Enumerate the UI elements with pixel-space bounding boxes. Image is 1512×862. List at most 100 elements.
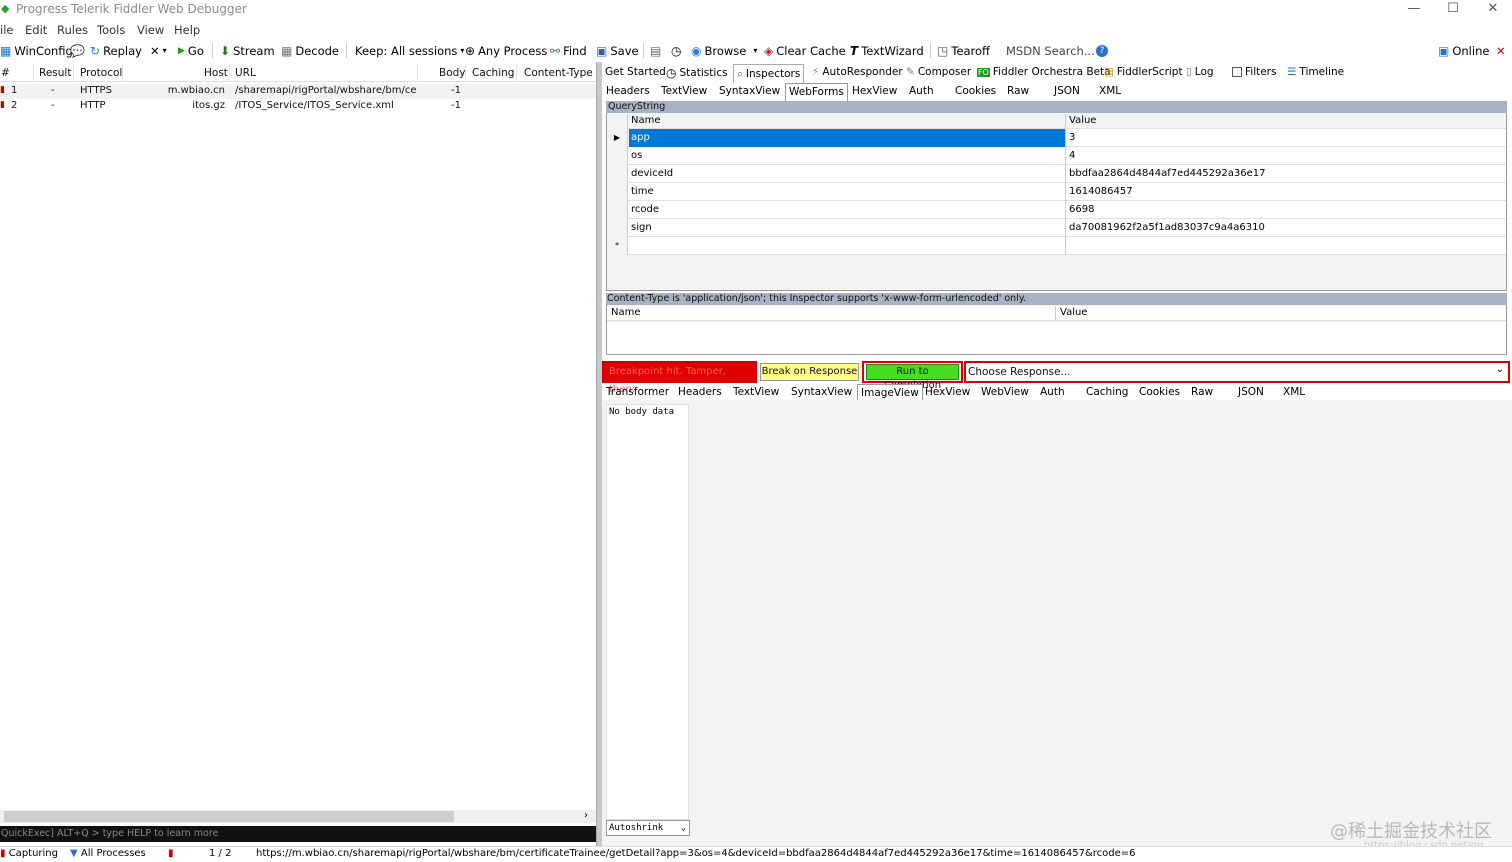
col-host[interactable]: Host (204, 67, 228, 79)
comment-button[interactable]: 💬 (70, 42, 85, 59)
online-status-button[interactable]: ▣ Online (1438, 42, 1489, 59)
col-body[interactable]: Body (439, 67, 466, 79)
grid-header-name[interactable]: Name (629, 114, 1066, 129)
tab-fiddlerscript[interactable]: ▤ FiddlerScript (1104, 66, 1183, 78)
col-number[interactable]: # (1, 67, 10, 79)
session-row[interactable]: ▮ 2 - HTTP itos.gz /ITOS_Service/ITOS_Se… (0, 99, 596, 114)
remove-button[interactable]: ✕ ▾ (150, 42, 167, 59)
row-selector[interactable] (607, 201, 628, 219)
menu-rules[interactable]: Rules (57, 23, 88, 37)
tab-inspectors[interactable]: ⌕ Inspectors (733, 64, 805, 83)
param-name[interactable]: time (629, 183, 1066, 201)
browse-button[interactable]: ◉ Browse ▾ (691, 42, 757, 59)
go-button[interactable]: ▶ Go (178, 42, 204, 59)
resp-tab-webview[interactable]: WebView (981, 386, 1029, 398)
msdn-search-input[interactable]: MSDN Search... (1006, 42, 1095, 59)
resp-tab-textview[interactable]: TextView (733, 386, 779, 398)
tab-statistics[interactable]: ◷ Statistics (666, 66, 727, 80)
new-param-value[interactable] (1067, 237, 1506, 255)
tab-log[interactable]: ▯ Log (1186, 66, 1214, 78)
querystring-new-row[interactable]: * (607, 237, 1506, 255)
col-result[interactable]: Result (39, 67, 71, 79)
req-tab-auth[interactable]: Auth (909, 85, 934, 97)
row-selector[interactable] (607, 165, 628, 183)
tearoff-button[interactable]: ◳ Tearoff (937, 42, 990, 59)
menu-edit[interactable]: Edit (25, 23, 47, 37)
tab-filters[interactable]: Filters (1232, 66, 1276, 78)
stream-button[interactable]: ⬇ Stream (220, 42, 275, 59)
find-button[interactable]: ⚯ Find (550, 42, 587, 59)
keep-sessions-dropdown[interactable]: Keep: All sessions ▾ (355, 42, 464, 59)
resp-tab-syntaxview[interactable]: SyntaxView (791, 386, 852, 398)
req-tab-json[interactable]: JSON (1054, 85, 1080, 97)
row-selector[interactable] (607, 147, 628, 165)
req-tab-xml[interactable]: XML (1099, 85, 1121, 97)
param-name[interactable]: app (629, 129, 1066, 147)
sessions-horizontal-scrollbar[interactable]: › (0, 810, 596, 823)
querystring-row[interactable]: ▶ app 3 (607, 129, 1506, 147)
req-tab-webforms[interactable]: WebForms (785, 83, 848, 101)
capturing-indicator[interactable]: ▮ Capturing (0, 848, 58, 859)
decode-button[interactable]: ▦ Decode (281, 42, 339, 59)
breakpoint-status-icon[interactable]: ▮ (168, 848, 174, 859)
col-content-type[interactable]: Content-Type (524, 67, 593, 79)
timer-button[interactable]: ◷ (671, 42, 681, 59)
param-name[interactable]: deviceId (629, 165, 1066, 183)
tab-fiddler-orchestra[interactable]: FO Fiddler Orchestra Beta (977, 66, 1111, 78)
body-header-value[interactable]: Value (1060, 307, 1087, 318)
col-protocol[interactable]: Protocol (80, 67, 122, 79)
scrollbar-thumb[interactable] (4, 811, 454, 822)
menu-file[interactable]: ile (0, 23, 13, 37)
row-selector[interactable] (607, 183, 628, 201)
help-button[interactable]: ? (1096, 42, 1108, 59)
new-param-name[interactable] (629, 237, 1066, 255)
req-tab-raw[interactable]: Raw (1007, 85, 1029, 97)
choose-response-dropdown[interactable]: Choose Response... ⌄ (964, 361, 1510, 383)
querystring-row[interactable]: sign da70081962f2a5f1ad83037c9a4a6310 (607, 219, 1506, 237)
resp-tab-transformer[interactable]: Transformer (606, 386, 669, 398)
clear-cache-button[interactable]: ◈ Clear Cache (764, 42, 846, 59)
quickexec-input[interactable]: QuickExec] ALT+Q > type HELP to learn mo… (0, 826, 596, 842)
menu-help[interactable]: Help (174, 23, 200, 37)
param-name[interactable]: sign (629, 219, 1066, 237)
close-button[interactable]: ✕ (1473, 0, 1512, 20)
resp-tab-raw[interactable]: Raw (1191, 386, 1213, 398)
break-on-response-button[interactable]: Break on Response (760, 363, 859, 381)
textwizard-button[interactable]: T TextWizard (850, 42, 924, 59)
resp-tab-caching[interactable]: Caching (1086, 386, 1128, 398)
param-value[interactable]: da70081962f2a5f1ad83037c9a4a6310 (1067, 219, 1506, 237)
param-value[interactable]: 6698 (1067, 201, 1506, 219)
req-tab-hexview[interactable]: HexView (852, 85, 897, 97)
param-name[interactable]: rcode (629, 201, 1066, 219)
replay-button[interactable]: ↻ Replay (90, 42, 142, 59)
minimize-button[interactable]: — (1394, 0, 1434, 20)
querystring-row[interactable]: time 1614086457 (607, 183, 1506, 201)
body-header-name[interactable]: Name (611, 307, 641, 318)
autoshrink-dropdown[interactable]: Autoshrink ⌄ (606, 820, 690, 836)
req-tab-syntaxview[interactable]: SyntaxView (719, 85, 780, 97)
param-value[interactable]: 4 (1067, 147, 1506, 165)
row-selector-icon[interactable]: ▶ (607, 129, 628, 147)
resp-tab-xml[interactable]: XML (1283, 386, 1305, 398)
menu-view[interactable]: View (137, 23, 164, 37)
grid-header-value[interactable]: Value (1067, 114, 1506, 129)
col-caching[interactable]: Caching (472, 67, 514, 79)
resp-tab-json[interactable]: JSON (1238, 386, 1264, 398)
winconfig-button[interactable]: ▦ WinConfig (0, 42, 73, 59)
maximize-button[interactable]: ☐ (1433, 0, 1473, 20)
row-selector[interactable] (607, 219, 628, 237)
param-value[interactable]: 3 (1067, 129, 1506, 147)
session-row[interactable]: ▮ 1 - HTTPS m.wbiao.cn /sharemapi/rigPor… (0, 84, 596, 99)
process-filter[interactable]: ▼ All Processes (70, 848, 146, 859)
save-button[interactable]: ▣ Save (596, 42, 639, 59)
tab-autoresponder[interactable]: ⚡ AutoResponder (812, 66, 903, 78)
req-tab-headers[interactable]: Headers (606, 85, 650, 97)
tab-composer[interactable]: ✎ Composer (906, 66, 971, 78)
resp-tab-auth[interactable]: Auth (1040, 386, 1065, 398)
querystring-row[interactable]: deviceId bbdfaa2864d4844af7ed445292a36e1… (607, 165, 1506, 183)
param-value[interactable]: bbdfaa2864d4844af7ed445292a36e17 (1067, 165, 1506, 183)
resp-tab-hexview[interactable]: HexView (925, 386, 970, 398)
scroll-right-icon[interactable]: › (584, 810, 588, 821)
resp-tab-headers[interactable]: Headers (678, 386, 722, 398)
req-tab-cookies[interactable]: Cookies (955, 85, 996, 97)
